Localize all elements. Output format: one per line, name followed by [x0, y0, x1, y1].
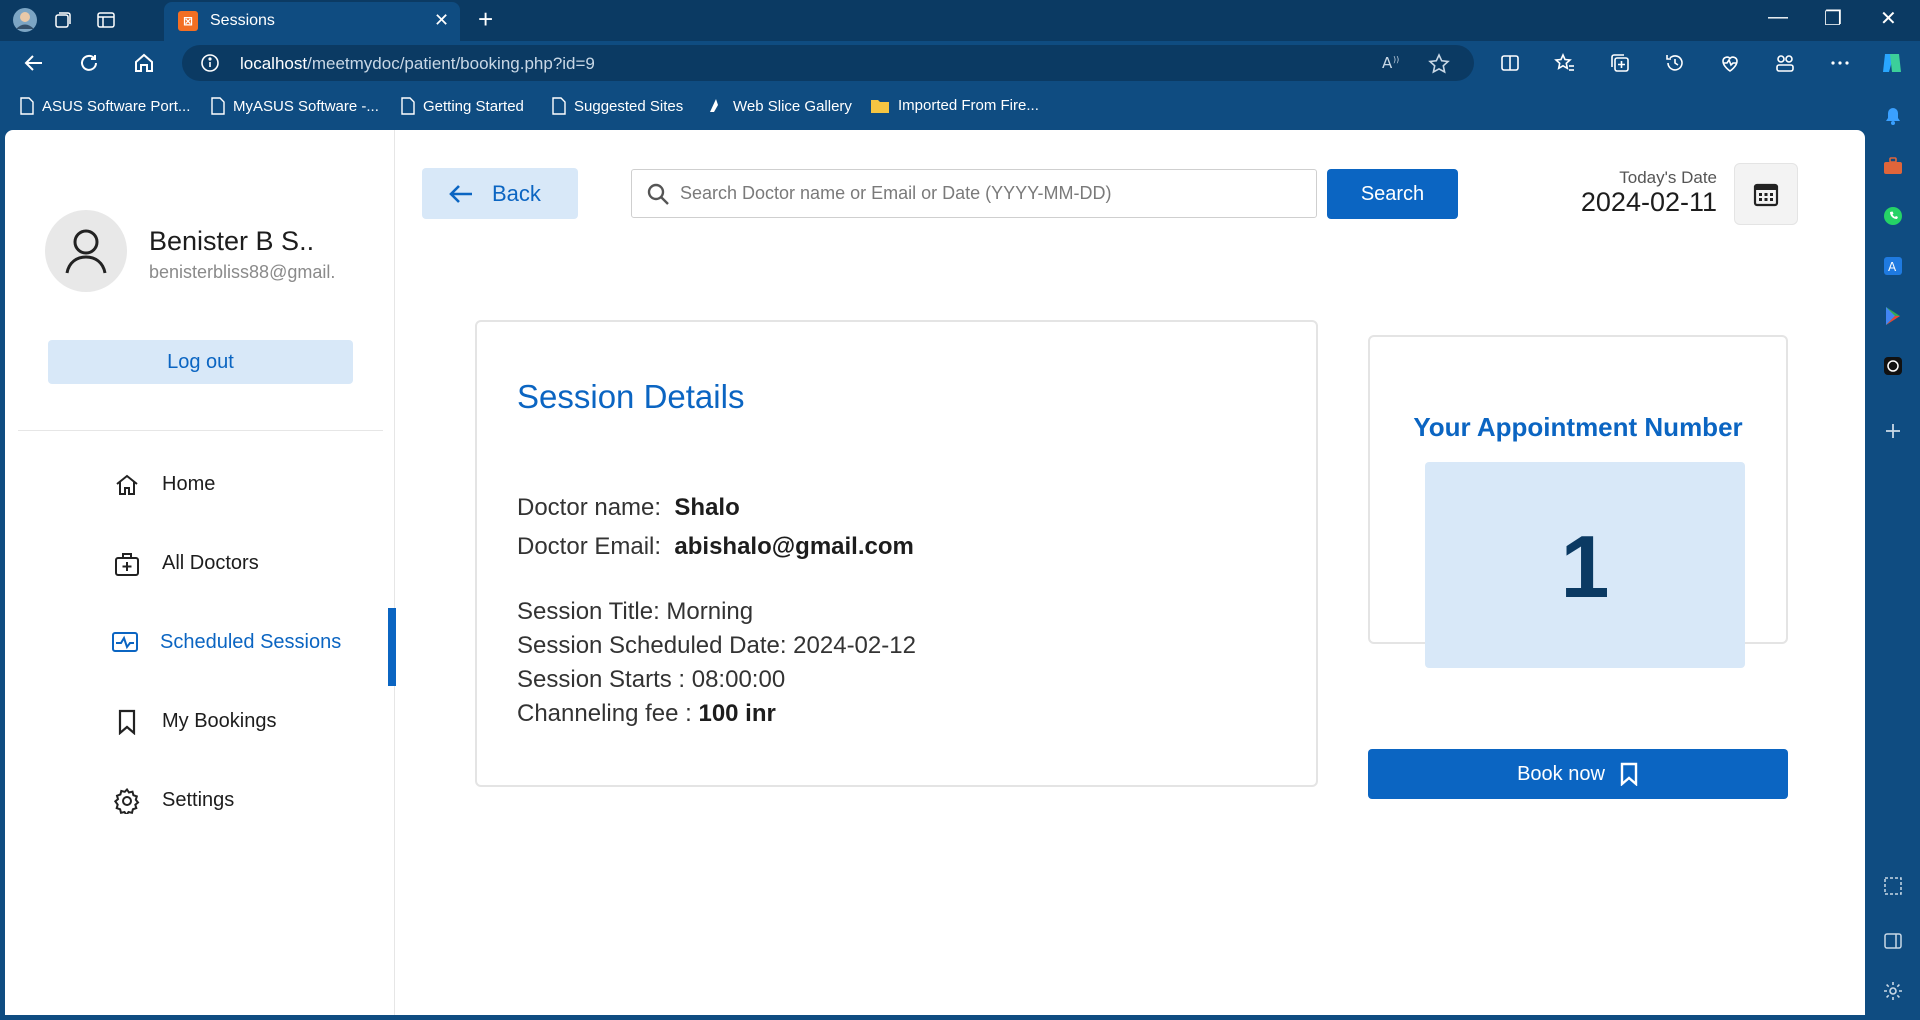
read-aloud-icon[interactable]: A)) [1382, 53, 1404, 78]
channeling-fee-row: Channeling fee : 100 inr [517, 700, 776, 727]
session-title: Session Title: Morning [517, 598, 754, 625]
favorites-icon[interactable] [1551, 49, 1579, 77]
bookmark-icon [113, 708, 141, 736]
favorites-bar: ASUS Software Port... MyASUS Software -.… [0, 85, 1920, 130]
menu-item-all-doctors[interactable]: All Doctors [5, 529, 396, 599]
menu-item-settings[interactable]: Settings [5, 766, 396, 836]
address-text: localhost/meetmydoc/patient/booking.php?… [240, 54, 595, 73]
menu-item-my-bookings[interactable]: My Bookings [5, 687, 396, 757]
search-icon [646, 182, 670, 211]
session-details-card: Session Details Doctor name: Shalo Docto… [475, 320, 1318, 787]
menu-item-scheduled-sessions[interactable]: Scheduled Sessions [5, 608, 396, 686]
workspaces-icon[interactable] [50, 7, 76, 33]
appointment-number: 1 [1560, 517, 1610, 616]
appointment-heading: Your Appointment Number [1413, 412, 1743, 442]
favorite-item[interactable]: Web Slice Gallery [707, 97, 852, 115]
tools-briefcase-icon[interactable] [1880, 153, 1906, 179]
svg-text:A: A [1888, 260, 1897, 274]
favorite-star-icon[interactable] [1428, 53, 1450, 80]
side-menu: Benister B S.. benisterbliss88@gmail. Lo… [5, 130, 396, 1015]
arrow-left-icon [449, 184, 472, 203]
browser-essentials-icon[interactable] [1716, 49, 1744, 77]
doctor-email-row: Doctor Email: abishalo@gmail.com [517, 533, 914, 560]
collections-icon[interactable] [1606, 49, 1634, 77]
search-box [631, 169, 1317, 218]
favorite-item[interactable]: Suggested Sites [552, 97, 683, 115]
back-button[interactable]: Back [422, 168, 578, 219]
calendar-button[interactable] [1734, 163, 1798, 225]
translator-icon[interactable]: A [1880, 253, 1906, 279]
restore-icon[interactable]: ❐ [1824, 6, 1842, 31]
today-date-label: Today's Date [1619, 168, 1717, 187]
menu-item-home[interactable]: Home [5, 450, 396, 520]
edge-sidebar: A [1866, 85, 1920, 1020]
favorite-folder[interactable]: Imported From Fire... [870, 97, 1039, 114]
sidebar-toggle-icon[interactable] [1880, 928, 1906, 954]
session-monitor-icon [111, 629, 139, 657]
window-close-icon[interactable]: ✕ [1880, 6, 1897, 31]
logout-button[interactable]: Log out [48, 340, 353, 384]
whatsapp-icon[interactable] [1880, 203, 1906, 229]
session-start-time: Session Starts : 08:00:00 [517, 666, 786, 693]
minimize-icon[interactable]: — [1768, 6, 1788, 29]
gear-icon [113, 787, 141, 815]
back-arrow-icon[interactable] [20, 49, 48, 77]
doctor-name: Shalo [674, 494, 740, 521]
search-button[interactable]: Search [1327, 169, 1458, 219]
active-indicator [388, 608, 396, 686]
session-heading: Session Details [517, 378, 745, 415]
doctor-name-row: Doctor name: Shalo [517, 494, 740, 521]
profile-name: Benister B S.. [149, 226, 315, 256]
favorite-item[interactable]: MyASUS Software -... [211, 97, 379, 115]
appointment-number-card: Your Appointment Number 1 [1368, 335, 1788, 668]
play-store-icon[interactable] [1880, 303, 1906, 329]
tab-close-icon[interactable]: ✕ [434, 10, 449, 31]
settings-more-icon[interactable] [1826, 49, 1854, 77]
today-date-value: 2024-02-11 [1580, 187, 1717, 217]
calendar-icon [1753, 183, 1779, 207]
xampp-favicon-icon: ⊠ [178, 11, 198, 31]
address-bar[interactable]: localhost/meetmydoc/patient/booking.php?… [182, 45, 1474, 81]
profile-email: benisterbliss88@gmail. [149, 262, 336, 282]
medical-kit-icon [113, 550, 141, 578]
channeling-fee: 100 inr [698, 700, 776, 727]
favorite-item[interactable]: Getting Started [401, 97, 524, 115]
browser-nav-bar: localhost/meetmydoc/patient/booking.php?… [0, 41, 1920, 85]
add-sidebar-icon[interactable] [1880, 418, 1906, 444]
sidebar-settings-icon[interactable] [1880, 978, 1906, 1004]
book-now-button[interactable]: Book now [1368, 749, 1788, 799]
tab-sessions[interactable]: ⊠ Sessions ✕ [164, 2, 460, 41]
new-tab-icon[interactable]: + [478, 6, 493, 32]
appointment-number-box: 1 [1425, 462, 1745, 668]
page-content: Benister B S.. benisterbliss88@gmail. Lo… [5, 130, 1865, 1015]
profile-avatar-icon[interactable] [12, 7, 38, 33]
split-screen-icon[interactable] [1496, 49, 1524, 77]
session-date: Session Scheduled Date: 2024-02-12 [517, 632, 916, 659]
svg-text:A: A [1382, 54, 1393, 72]
svg-text:)): )) [1393, 55, 1399, 64]
menu-divider [18, 430, 383, 431]
refresh-icon[interactable] [75, 49, 103, 77]
copilot-icon[interactable] [1878, 49, 1906, 77]
screenshot-icon[interactable] [1880, 873, 1906, 899]
doctor-email: abishalo@gmail.com [674, 533, 914, 560]
favorite-item[interactable]: ASUS Software Port... [20, 97, 190, 115]
avatar [45, 210, 127, 292]
tab-title: Sessions [210, 12, 275, 29]
browser-tab-bar: ⊠ Sessions ✕ + — ❐ ✕ [0, 0, 1920, 41]
site-info-icon[interactable] [200, 53, 220, 78]
chatgpt-icon[interactable] [1880, 353, 1906, 379]
history-icon[interactable] [1661, 49, 1689, 77]
notifications-bell-icon[interactable] [1880, 103, 1906, 129]
home-icon [113, 471, 141, 499]
bookmark-icon [1620, 762, 1638, 786]
extensions-icon[interactable] [1771, 49, 1799, 77]
home-icon[interactable] [130, 49, 158, 77]
search-input[interactable] [680, 171, 1310, 216]
tab-actions-icon[interactable] [93, 7, 119, 33]
